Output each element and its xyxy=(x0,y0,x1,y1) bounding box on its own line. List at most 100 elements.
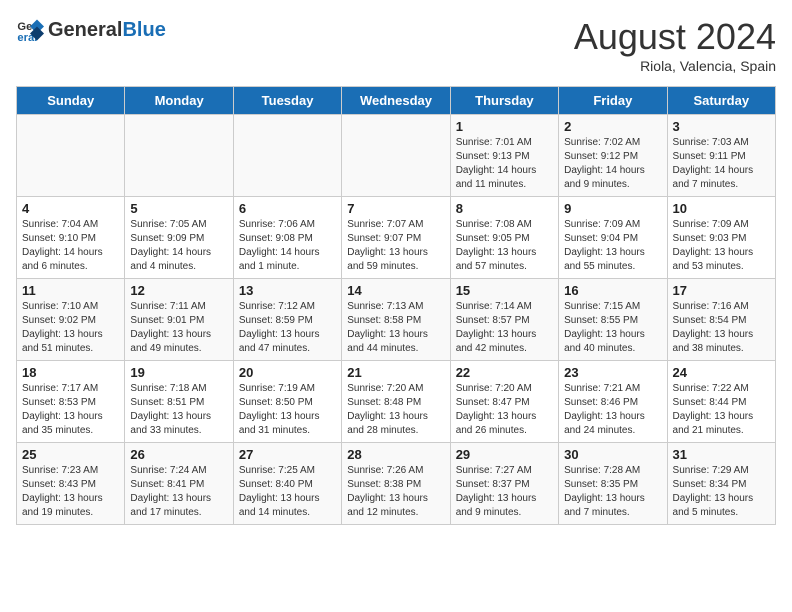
day-info: Sunrise: 7:20 AMSunset: 8:47 PMDaylight:… xyxy=(456,382,553,438)
calendar-cell: 16 Sunrise: 7:15 AMSunset: 8:55 PMDayligh… xyxy=(559,279,667,361)
day-info: Sunrise: 7:22 AMSunset: 8:44 PMDaylight:… xyxy=(673,382,770,438)
calendar-cell: 21Sunrise: 7:20 AMSunset: 8:48 PMDayligh… xyxy=(342,361,450,443)
calendar-cell: 28 Sunrise: 7:26 AMSunset: 8:38 PMDayligh… xyxy=(342,443,450,525)
calendar-cell: 4 Sunrise: 7:04 AMSunset: 9:10 PMDaylight… xyxy=(17,197,125,279)
calendar-cell xyxy=(17,115,125,197)
location: Riola, Valencia, Spain xyxy=(574,58,776,74)
day-info: Sunrise: 7:07 AMSunset: 9:07 PMDaylight:… xyxy=(347,218,444,274)
calendar-cell: 6 Sunrise: 7:06 AMSunset: 9:08 PMDaylight… xyxy=(233,197,341,279)
calendar-cell: 23 Sunrise: 7:21 AMSunset: 8:46 PMDayligh… xyxy=(559,361,667,443)
day-info: Sunrise: 7:05 AMSunset: 9:09 PMDaylight:… xyxy=(130,218,227,274)
calendar-header-row: SundayMondayTuesdayWednesdayThursdayFrid… xyxy=(17,87,776,115)
day-info: Sunrise: 7:18 AMSunset: 8:51 PMDaylight:… xyxy=(130,382,227,438)
calendar-week-row: 25Sunrise: 7:23 AMSunset: 8:43 PMDayligh… xyxy=(17,443,776,525)
calendar-cell: 12 Sunrise: 7:11 AMSunset: 9:01 PMDayligh… xyxy=(125,279,233,361)
day-info: Sunrise: 7:25 AMSunset: 8:40 PMDaylight:… xyxy=(239,464,336,520)
page-header: Gen eral GeneralBlue August 2024 Riola, … xyxy=(16,16,776,74)
calendar-cell: 22 Sunrise: 7:20 AMSunset: 8:47 PMDayligh… xyxy=(450,361,558,443)
calendar-cell: 26 Sunrise: 7:24 AMSunset: 8:41 PMDayligh… xyxy=(125,443,233,525)
calendar-cell xyxy=(125,115,233,197)
day-info: Sunrise: 7:14 AMSunset: 8:57 PMDaylight:… xyxy=(456,300,553,356)
calendar-cell: 14 Sunrise: 7:13 AMSunset: 8:58 PMDayligh… xyxy=(342,279,450,361)
day-info: Sunrise: 7:28 AMSunset: 8:35 PMDaylight:… xyxy=(564,464,661,520)
logo-wordmark: GeneralBlue xyxy=(48,19,166,42)
day-number: 18 xyxy=(22,365,119,380)
day-number: 4 xyxy=(22,201,119,216)
day-number: 8 xyxy=(456,201,553,216)
day-number: 11 xyxy=(22,283,119,298)
day-number: 9 xyxy=(564,201,661,216)
day-number: 5 xyxy=(130,201,227,216)
day-number: 12 xyxy=(130,283,227,298)
day-info: Sunrise: 7:29 AMSunset: 8:34 PMDaylight:… xyxy=(673,464,770,520)
day-info: Sunrise: 7:01 AMSunset: 9:13 PMDaylight:… xyxy=(456,136,553,192)
month-title: August 2024 xyxy=(574,16,776,58)
day-number: 14 xyxy=(347,283,444,298)
calendar-cell: 7 Sunrise: 7:07 AMSunset: 9:07 PMDaylight… xyxy=(342,197,450,279)
calendar-cell: 5 Sunrise: 7:05 AMSunset: 9:09 PMDaylight… xyxy=(125,197,233,279)
day-info: Sunrise: 7:03 AMSunset: 9:11 PMDaylight:… xyxy=(673,136,770,192)
calendar-cell: 8 Sunrise: 7:08 AMSunset: 9:05 PMDaylight… xyxy=(450,197,558,279)
calendar-cell: 15 Sunrise: 7:14 AMSunset: 8:57 PMDayligh… xyxy=(450,279,558,361)
day-info: Sunrise: 7:09 AMSunset: 9:04 PMDaylight:… xyxy=(564,218,661,274)
calendar-cell: 30 Sunrise: 7:28 AMSunset: 8:35 PMDayligh… xyxy=(559,443,667,525)
day-number: 1 xyxy=(456,119,553,134)
calendar-cell: 1 Sunrise: 7:01 AMSunset: 9:13 PMDaylight… xyxy=(450,115,558,197)
day-number: 23 xyxy=(564,365,661,380)
weekday-header: Thursday xyxy=(450,87,558,115)
day-info: Sunrise: 7:12 AMSunset: 8:59 PMDaylight:… xyxy=(239,300,336,356)
day-info: Sunrise: 7:27 AMSunset: 8:37 PMDaylight:… xyxy=(456,464,553,520)
calendar-cell: 25Sunrise: 7:23 AMSunset: 8:43 PMDayligh… xyxy=(17,443,125,525)
day-number: 29 xyxy=(456,447,553,462)
weekday-header: Tuesday xyxy=(233,87,341,115)
logo-icon: Gen eral xyxy=(16,16,44,44)
day-info: Sunrise: 7:11 AMSunset: 9:01 PMDaylight:… xyxy=(130,300,227,356)
weekday-header: Friday xyxy=(559,87,667,115)
calendar-cell: 24 Sunrise: 7:22 AMSunset: 8:44 PMDayligh… xyxy=(667,361,775,443)
day-number: 27 xyxy=(239,447,336,462)
day-info: Sunrise: 7:23 AMSunset: 8:43 PMDaylight:… xyxy=(22,464,119,520)
weekday-header: Saturday xyxy=(667,87,775,115)
day-number: 7 xyxy=(347,201,444,216)
day-number: 15 xyxy=(456,283,553,298)
calendar-cell: 29 Sunrise: 7:27 AMSunset: 8:37 PMDayligh… xyxy=(450,443,558,525)
day-number: 26 xyxy=(130,447,227,462)
day-info: Sunrise: 7:10 AMSunset: 9:02 PMDaylight:… xyxy=(22,300,119,356)
calendar-cell: 27 Sunrise: 7:25 AMSunset: 8:40 PMDayligh… xyxy=(233,443,341,525)
calendar-cell: 20Sunrise: 7:19 AMSunset: 8:50 PMDayligh… xyxy=(233,361,341,443)
day-info: Sunrise: 7:15 AMSunset: 8:55 PMDaylight:… xyxy=(564,300,661,356)
day-number: 30 xyxy=(564,447,661,462)
calendar-cell: 31 Sunrise: 7:29 AMSunset: 8:34 PMDayligh… xyxy=(667,443,775,525)
day-number: 16 xyxy=(564,283,661,298)
day-info: Sunrise: 7:02 AMSunset: 9:12 PMDaylight:… xyxy=(564,136,661,192)
day-number: 28 xyxy=(347,447,444,462)
day-info: Sunrise: 7:13 AMSunset: 8:58 PMDaylight:… xyxy=(347,300,444,356)
day-info: Sunrise: 7:06 AMSunset: 9:08 PMDaylight:… xyxy=(239,218,336,274)
calendar-week-row: 1 Sunrise: 7:01 AMSunset: 9:13 PMDaylight… xyxy=(17,115,776,197)
day-number: 22 xyxy=(456,365,553,380)
calendar-cell: 10Sunrise: 7:09 AMSunset: 9:03 PMDayligh… xyxy=(667,197,775,279)
day-number: 2 xyxy=(564,119,661,134)
day-info: Sunrise: 7:20 AMSunset: 8:48 PMDaylight:… xyxy=(347,382,444,438)
calendar-cell: 9 Sunrise: 7:09 AMSunset: 9:04 PMDaylight… xyxy=(559,197,667,279)
calendar-cell xyxy=(233,115,341,197)
logo-blue: Blue xyxy=(122,19,165,41)
day-info: Sunrise: 7:26 AMSunset: 8:38 PMDaylight:… xyxy=(347,464,444,520)
day-number: 13 xyxy=(239,283,336,298)
day-number: 31 xyxy=(673,447,770,462)
logo: Gen eral GeneralBlue xyxy=(16,16,166,44)
calendar-cell: 2 Sunrise: 7:02 AMSunset: 9:12 PMDaylight… xyxy=(559,115,667,197)
calendar-cell: 18Sunrise: 7:17 AMSunset: 8:53 PMDayligh… xyxy=(17,361,125,443)
day-number: 19 xyxy=(130,365,227,380)
day-info: Sunrise: 7:19 AMSunset: 8:50 PMDaylight:… xyxy=(239,382,336,438)
day-info: Sunrise: 7:24 AMSunset: 8:41 PMDaylight:… xyxy=(130,464,227,520)
day-info: Sunrise: 7:04 AMSunset: 9:10 PMDaylight:… xyxy=(22,218,119,274)
day-info: Sunrise: 7:21 AMSunset: 8:46 PMDaylight:… xyxy=(564,382,661,438)
calendar-cell: 13 Sunrise: 7:12 AMSunset: 8:59 PMDayligh… xyxy=(233,279,341,361)
calendar-table: SundayMondayTuesdayWednesdayThursdayFrid… xyxy=(16,86,776,525)
day-info: Sunrise: 7:08 AMSunset: 9:05 PMDaylight:… xyxy=(456,218,553,274)
day-number: 24 xyxy=(673,365,770,380)
calendar-cell xyxy=(342,115,450,197)
calendar-week-row: 18Sunrise: 7:17 AMSunset: 8:53 PMDayligh… xyxy=(17,361,776,443)
day-number: 6 xyxy=(239,201,336,216)
